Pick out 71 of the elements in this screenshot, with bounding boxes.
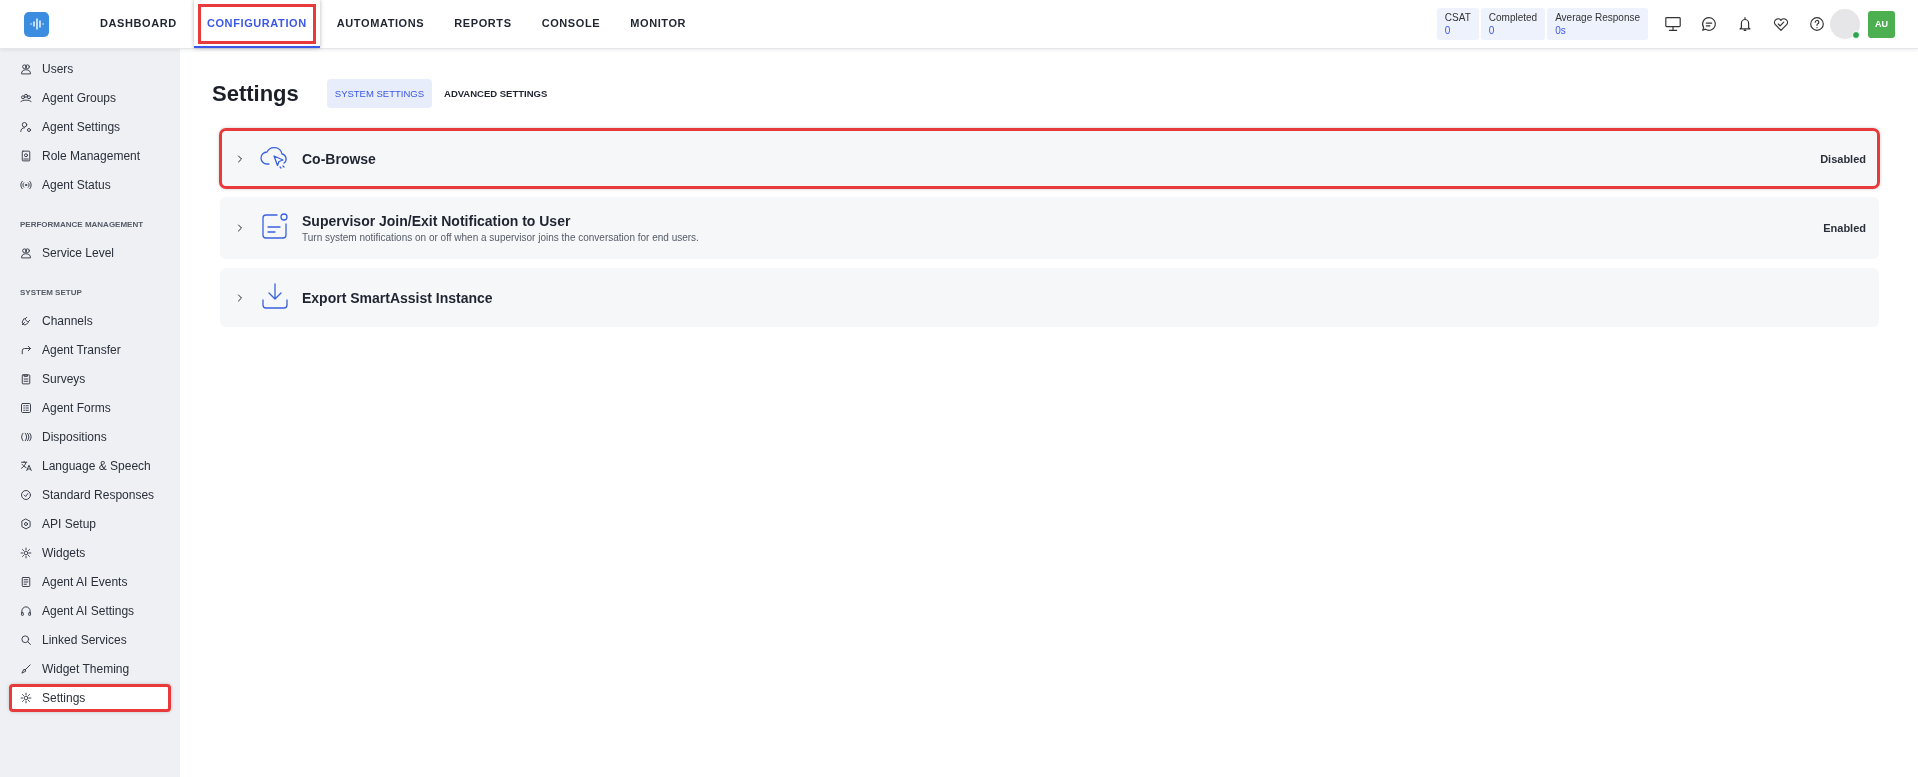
help-icon — [1808, 15, 1826, 33]
sidebar-item[interactable]: Role Management — [10, 143, 170, 169]
group-icon — [20, 92, 32, 104]
chat-bubble-icon — [1700, 15, 1718, 33]
sidebar-item[interactable]: Agent Groups — [10, 85, 170, 111]
sidebar-item[interactable]: Dispositions — [10, 424, 170, 450]
sidebar-item[interactable]: Users — [10, 56, 170, 82]
settings-card[interactable]: Co-Browse Disabled — [220, 129, 1879, 188]
setting-title: Co-Browse — [302, 150, 377, 167]
setting-description: Turn system notifications on or off when a supervisor joins the conversation for end users. — [302, 232, 700, 243]
sidebar-item[interactable]: API Setup — [10, 511, 170, 537]
setting-status: Enabled — [1823, 222, 1866, 234]
sidebar-heading: PERFORMANCE MANAGEMENT — [20, 220, 144, 229]
waves-icon — [20, 431, 32, 443]
redirect-arrow-icon — [20, 344, 32, 356]
people-icon — [20, 247, 32, 259]
app-logo[interactable] — [24, 11, 49, 37]
heart-check-icon — [1772, 15, 1790, 33]
nav-tab[interactable]: DASHBOARD — [87, 0, 190, 48]
toolbar-button[interactable] — [1772, 15, 1790, 33]
signal-icon — [20, 179, 32, 191]
sidebar-item[interactable]: Agent Status — [10, 172, 170, 198]
sidebar-item[interactable]: Agent Transfer — [10, 337, 170, 363]
nav-tab[interactable]: REPORTS — [441, 0, 525, 48]
sidebar-item[interactable]: Agent AI Events — [10, 569, 170, 595]
sidebar-item[interactable]: Language & Speech — [10, 453, 170, 479]
stat-tile: Average Response 0s — [1547, 8, 1648, 40]
toolbar-button[interactable] — [1700, 15, 1718, 33]
settings-tab[interactable]: SYSTEM SETTINGS — [326, 79, 432, 108]
notification-card-icon — [260, 211, 290, 241]
translate-icon — [20, 460, 32, 472]
settings-tab[interactable]: ADVANCED SETTINGS — [436, 79, 556, 108]
sidebar-heading: SYSTEM SETUP — [20, 288, 82, 297]
page-title: Settings — [212, 80, 299, 107]
setting-title: Export SmartAssist Instance — [302, 289, 494, 306]
sidebar-item[interactable]: Service Level — [10, 240, 170, 266]
nav-tab[interactable]: AUTOMATIONS — [323, 0, 438, 48]
sidebar-item[interactable]: Standard Responses — [10, 482, 170, 508]
nav-tab[interactable]: MONITOR — [617, 0, 700, 48]
document-icon — [20, 576, 32, 588]
plug-icon — [20, 315, 32, 327]
sidebar-item[interactable]: Linked Services — [10, 627, 170, 653]
sidebar-item[interactable]: Agent Forms — [10, 395, 170, 421]
sidebar-item[interactable]: Channels — [10, 308, 170, 334]
sidebar-item[interactable]: Widgets — [10, 540, 170, 566]
toolbar-button[interactable] — [1808, 15, 1826, 33]
brush-icon — [20, 663, 32, 675]
clipboard-icon — [20, 373, 32, 385]
nav-tab[interactable]: CONSOLE — [528, 0, 614, 48]
stat-tile: CSAT 0 — [1436, 8, 1479, 40]
sidebar-item[interactable]: Agent AI Settings — [10, 598, 170, 624]
sidebar-item[interactable]: Widget Theming — [10, 656, 170, 682]
toolbar-button[interactable] — [1664, 15, 1682, 33]
settings-card[interactable]: Export SmartAssist Instance — [220, 268, 1879, 327]
settings-card[interactable]: Supervisor Join/Exit Notification to User Turn system notifications on or off when a supervisor joins the conversation for end users. Enabled — [220, 197, 1879, 259]
badge-icon — [20, 150, 32, 162]
setting-title: Supervisor Join/Exit Notification to User — [302, 213, 572, 229]
headphones-icon — [20, 605, 32, 617]
monitor-icon — [1664, 15, 1682, 33]
people-icon — [20, 63, 32, 75]
person-gear-icon — [20, 121, 32, 133]
search-icon — [20, 634, 32, 646]
hexagon-icon — [20, 518, 32, 530]
check-circle-icon — [20, 489, 32, 501]
setting-status: Disabled — [1820, 152, 1866, 165]
sidebar-item[interactable]: Surveys — [10, 366, 170, 392]
sidebar-item[interactable]: Settings — [10, 685, 170, 711]
sidebar-item[interactable]: Agent Settings — [10, 114, 170, 140]
form-icon — [20, 402, 32, 414]
stat-tile: Completed 0 — [1480, 8, 1546, 40]
nav-tab[interactable]: CONFIGURATION — [193, 0, 320, 48]
